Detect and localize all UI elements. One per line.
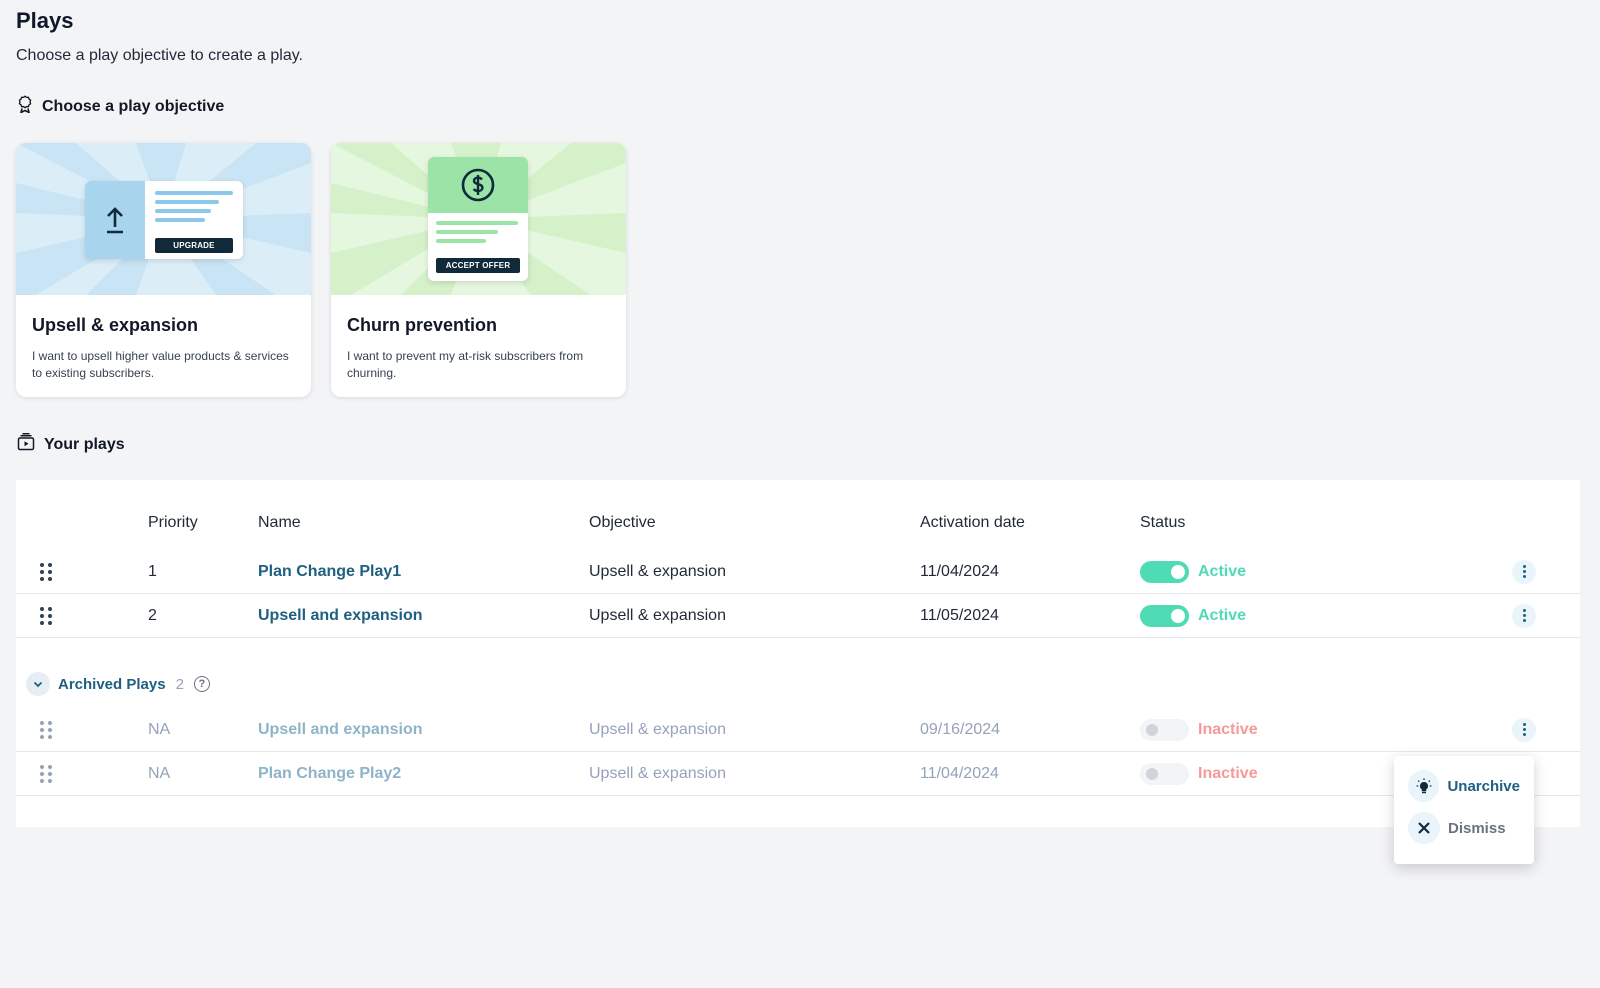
plays-section-heading: Your plays <box>16 432 125 457</box>
row-priority: NA <box>148 720 171 738</box>
badge-icon <box>16 95 34 118</box>
column-header-objective[interactable]: Objective <box>589 514 656 532</box>
row-status: Active <box>1140 604 1247 627</box>
upsell-illustration: UPGRADE <box>16 143 311 295</box>
objective-card-churn[interactable]: ACCEPT OFFER Churn prevention I want to … <box>331 143 626 397</box>
card-title: Upsell & expansion <box>32 315 199 335</box>
status-label: Inactive <box>1198 720 1258 738</box>
upgrade-mockup: UPGRADE <box>85 181 243 259</box>
row-activation-date: 11/05/2024 <box>920 606 999 624</box>
column-header-priority[interactable]: Priority <box>148 514 198 532</box>
help-icon[interactable]: ? <box>193 676 210 692</box>
kebab-icon[interactable] <box>1512 603 1536 628</box>
plays-page: Plays Choose a play objective to create … <box>0 0 1600 988</box>
status-toggle[interactable] <box>1140 718 1189 741</box>
table-row: 2 Upsell and expansion Upsell & expansio… <box>16 594 1580 638</box>
row-context-menu: Unarchive Dismiss <box>1394 756 1534 864</box>
unarchive-menu-item[interactable]: Unarchive <box>1408 768 1520 804</box>
upgrade-art-button: UPGRADE <box>155 238 233 253</box>
status-label: Active <box>1198 606 1247 624</box>
objective-heading-label: Choose a play objective <box>42 97 225 115</box>
row-menu <box>1512 603 1536 628</box>
status-toggle[interactable] <box>1140 604 1189 627</box>
row-status: Inactive <box>1140 718 1258 741</box>
card-description: I want to upsell higher value products &… <box>32 349 289 380</box>
row-activation-date: 11/04/2024 <box>920 562 999 580</box>
upload-arrow-icon <box>107 207 123 234</box>
chevron-down-icon <box>26 672 50 696</box>
objective-card-upsell[interactable]: UPGRADE Upsell & expansion I want to ups… <box>16 143 311 397</box>
row-activation-date: 09/16/2024 <box>920 720 1001 738</box>
kebab-icon[interactable] <box>1512 559 1536 584</box>
table-row: 1 Plan Change Play1 Upsell & expansion 1… <box>16 550 1580 594</box>
row-menu <box>1512 717 1536 742</box>
status-label: Active <box>1198 562 1247 580</box>
play-stack-icon <box>16 432 36 457</box>
row-name-link[interactable]: Plan Change Play1 <box>258 563 401 581</box>
status-label: Inactive <box>1198 764 1258 782</box>
row-status: Active <box>1140 560 1247 583</box>
kebab-icon[interactable] <box>1512 717 1536 742</box>
lightbulb-icon <box>1408 770 1440 802</box>
row-menu <box>1512 559 1536 584</box>
table-row: NA Upsell and expansion Upsell & expansi… <box>16 708 1580 752</box>
plays-heading-label: Your plays <box>44 435 125 453</box>
drag-handle-icon[interactable] <box>40 562 54 581</box>
row-objective: Upsell & expansion <box>589 562 726 580</box>
unarchive-label: Unarchive <box>1447 777 1520 795</box>
table-row: NA Plan Change Play2 Upsell & expansion … <box>16 752 1580 796</box>
archived-plays-toggle[interactable]: Archived Plays 2 ? <box>26 672 210 696</box>
row-objective: Upsell & expansion <box>589 606 726 624</box>
column-header-activation-date[interactable]: Activation date <box>920 514 1025 532</box>
close-icon <box>1408 812 1440 844</box>
dismiss-label: Dismiss <box>1448 819 1506 837</box>
drag-handle-icon[interactable] <box>40 720 54 739</box>
column-header-name[interactable]: Name <box>258 514 301 532</box>
offer-mockup: ACCEPT OFFER <box>428 157 528 281</box>
row-name-link[interactable]: Upsell and expansion <box>258 721 422 739</box>
row-objective: Upsell & expansion <box>589 764 726 782</box>
plays-table: Priority Name Objective Activation date … <box>16 480 1580 827</box>
column-header-status[interactable]: Status <box>1140 514 1185 532</box>
row-priority: 2 <box>148 606 157 624</box>
row-objective: Upsell & expansion <box>589 720 726 738</box>
page-title: Plays <box>16 8 74 33</box>
card-description: I want to prevent my at-risk subscribers… <box>347 349 584 380</box>
objective-section-heading: Choose a play objective <box>16 95 224 118</box>
dismiss-menu-item[interactable]: Dismiss <box>1408 810 1520 846</box>
page-subtitle: Choose a play objective to create a play… <box>16 47 303 64</box>
row-name-link[interactable]: Upsell and expansion <box>258 607 422 625</box>
archived-plays-count: 2 <box>175 675 184 693</box>
drag-handle-icon[interactable] <box>40 606 54 625</box>
row-priority: NA <box>148 764 171 782</box>
status-toggle[interactable] <box>1140 560 1189 583</box>
row-activation-date: 11/04/2024 <box>920 764 999 782</box>
row-status: Inactive <box>1140 762 1258 785</box>
status-toggle[interactable] <box>1140 762 1189 785</box>
accept-offer-art-button: ACCEPT OFFER <box>436 258 520 273</box>
archived-plays-label: Archived Plays <box>58 675 166 693</box>
row-priority: 1 <box>148 562 157 580</box>
card-title: Churn prevention <box>347 315 498 335</box>
row-name-link[interactable]: Plan Change Play2 <box>258 765 401 783</box>
churn-illustration: ACCEPT OFFER <box>331 143 626 295</box>
drag-handle-icon[interactable] <box>40 764 54 783</box>
dollar-icon <box>461 168 495 202</box>
